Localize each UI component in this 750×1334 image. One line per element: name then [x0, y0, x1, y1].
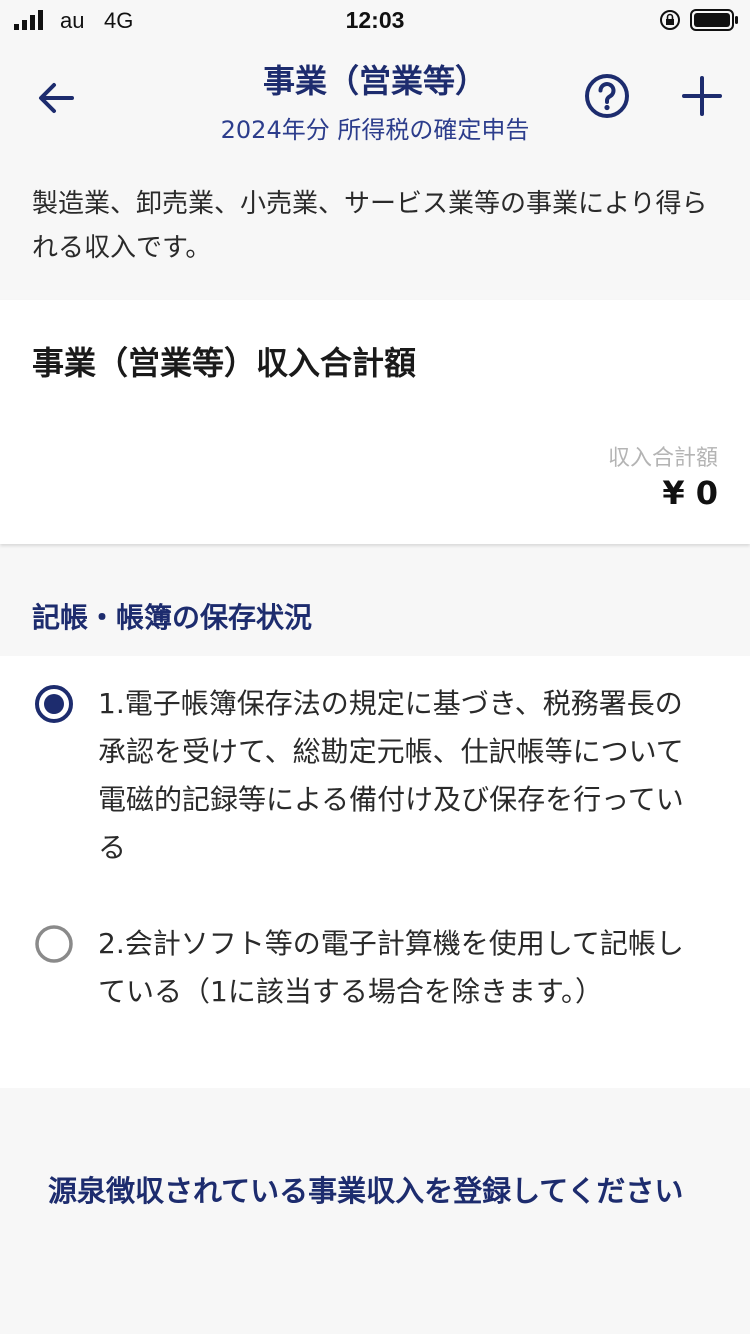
rotation-lock-icon — [660, 10, 680, 30]
page-subtitle: 2024年分 所得税の確定申告 — [220, 116, 530, 144]
bookkeeping-option-2-label: 2.会計ソフト等の電子計算機を使用して記帳している（1に該当する場合を除きます。… — [98, 927, 684, 1008]
status-bar: au 4G 12:03 — [0, 0, 750, 40]
register-withholding-income-link[interactable]: 源泉徴収されている事業収入を登録してください — [48, 1168, 698, 1214]
bookkeeping-option-2[interactable]: 2.会計ソフト等の電子計算機を使用して記帳している（1に該当する場合を除きます。… — [0, 896, 750, 1086]
bookkeeping-options: 1.電子帳簿保存法の規定に基づき、税務署長の承認を受けて、総勘定元帳、仕訳帳等に… — [0, 656, 750, 1088]
battery-icon — [690, 9, 738, 31]
income-description: 製造業、卸売業、小売業、サービス業等の事業により得られる収入です。 — [32, 189, 708, 263]
help-icon[interactable] — [583, 72, 631, 120]
bookkeeping-option-1[interactable]: 1.電子帳簿保存法の規定に基づき、税務署長の承認を受けて、総勘定元帳、仕訳帳等に… — [0, 656, 750, 872]
income-total-amount: ¥ 0 — [662, 474, 718, 512]
income-total-title: 事業（営業等）収入合計額 — [32, 344, 417, 382]
bookkeeping-option-1-label: 1.電子帳簿保存法の規定に基づき、税務署長の承認を受けて、総勘定元帳、仕訳帳等に… — [98, 687, 684, 864]
bookkeeping-section-title: 記帳・帳簿の保存状況 — [32, 601, 313, 634]
page-title: 事業（営業等） — [262, 62, 487, 100]
clock: 12:03 — [345, 7, 405, 33]
radio-selected-icon[interactable] — [34, 684, 74, 724]
plus-icon[interactable] — [680, 74, 724, 118]
income-total-card[interactable]: 事業（営業等）収入合計額 収入合計額 ¥ 0 — [0, 300, 750, 544]
income-total-label: 収入合計額 — [607, 446, 718, 471]
nav-header: 事業（営業等） 2024年分 所得税の確定申告 — [0, 40, 750, 150]
radio-unselected-icon[interactable] — [34, 924, 74, 964]
